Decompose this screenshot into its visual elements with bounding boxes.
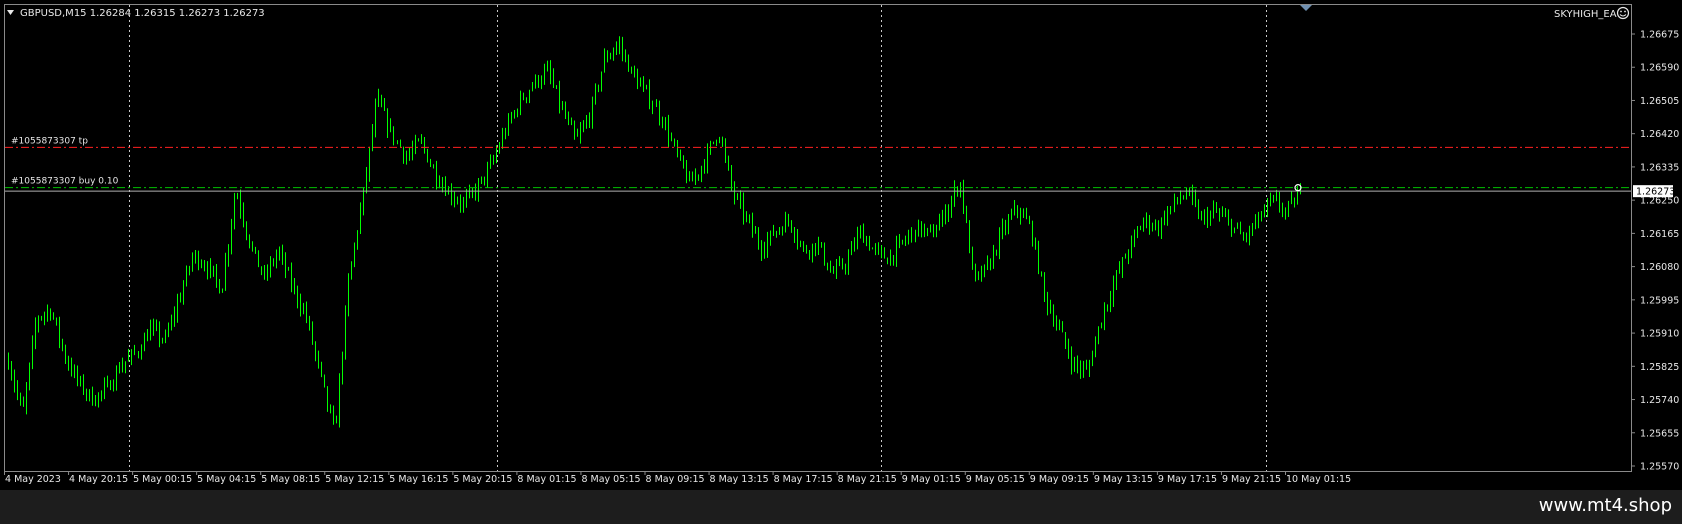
y-tick-label: 1.25910 — [1640, 329, 1679, 340]
x-tick-label: 5 May 08:15 — [261, 474, 320, 485]
y-tick-label: 1.26590 — [1640, 63, 1679, 74]
x-tick-label: 5 May 12:15 — [325, 474, 384, 485]
y-tick-label: 1.25740 — [1640, 395, 1679, 406]
x-tick-label: 5 May 20:15 — [453, 474, 512, 485]
period-separator-grid — [129, 5, 1267, 471]
y-tick-label: 1.25995 — [1640, 295, 1679, 306]
x-tick-label: 4 May 2023 — [5, 474, 61, 485]
y-tick-label: 1.26675 — [1640, 30, 1679, 41]
x-tick-label: 9 May 01:15 — [902, 474, 961, 485]
x-tick-label: 8 May 01:15 — [517, 474, 576, 485]
expert-advisor-name: SKYHIGH_EA — [1554, 9, 1617, 20]
y-tick-label: 1.26420 — [1640, 129, 1679, 140]
x-tick-label: 9 May 21:15 — [1222, 474, 1281, 485]
chart-window[interactable]: 1.26675 1.26590 1.26505 1.26420 1.26335 1.262… — [0, 0, 1682, 490]
watermark-bar — [0, 490, 1682, 524]
y-tick-label: 1.26080 — [1640, 262, 1679, 273]
chart-shift-marker-icon[interactable] — [1300, 5, 1312, 11]
y-tick-label: 1.25655 — [1640, 428, 1679, 439]
y-tick-label: 1.25825 — [1640, 362, 1679, 373]
candles-layer — [8, 36, 1301, 428]
time-axis[interactable]: 4 May 2023 4 May 20:15 5 May 00:15 5 May 04… — [4, 471, 1352, 485]
y-tick-label: 1.26505 — [1640, 96, 1679, 107]
take-profit-label: #1055873307 tp — [11, 136, 88, 146]
chart-menu-triangle-icon[interactable] — [7, 10, 14, 15]
x-tick-label: 8 May 17:15 — [774, 474, 833, 485]
x-tick-label: 5 May 04:15 — [197, 474, 256, 485]
x-tick-label: 9 May 05:15 — [966, 474, 1025, 485]
smiley-icon — [1616, 6, 1630, 20]
current-price-value: 1.26273 — [1636, 187, 1675, 198]
x-tick-label: 9 May 09:15 — [1030, 474, 1089, 485]
x-tick-label: 8 May 13:15 — [710, 474, 769, 485]
trade-levels-layer — [5, 146, 1631, 192]
x-tick-label: 4 May 20:15 — [69, 474, 128, 485]
watermark-text: www.mt4.shop — [1538, 495, 1672, 516]
x-tick-label: 9 May 13:15 — [1094, 474, 1153, 485]
current-price-label: 1.26273 — [1633, 185, 1675, 198]
y-tick-label: 1.25570 — [1640, 462, 1679, 473]
y-tick-label: 1.26165 — [1640, 229, 1679, 240]
price-axis[interactable]: 1.26675 1.26590 1.26505 1.26420 1.26335 1.262… — [1631, 30, 1679, 473]
x-tick-label: 5 May 00:15 — [133, 474, 192, 485]
chart-canvas[interactable]: 1.26675 1.26590 1.26505 1.26420 1.26335 1.262… — [0, 0, 1682, 490]
x-tick-label: 8 May 05:15 — [581, 474, 640, 485]
buy-order-label: #1055873307 buy 0.10 — [11, 177, 119, 187]
y-tick-label: 1.26335 — [1640, 162, 1679, 173]
x-tick-label: 5 May 16:15 — [389, 474, 448, 485]
symbol-ohlc-header: GBPUSD,M15 1.26284 1.26315 1.26273 1.262… — [20, 8, 265, 19]
x-tick-label: 8 May 09:15 — [646, 474, 705, 485]
x-tick-label: 10 May 01:15 — [1286, 474, 1351, 485]
x-tick-label: 9 May 17:15 — [1158, 474, 1217, 485]
x-tick-label: 8 May 21:15 — [838, 474, 897, 485]
